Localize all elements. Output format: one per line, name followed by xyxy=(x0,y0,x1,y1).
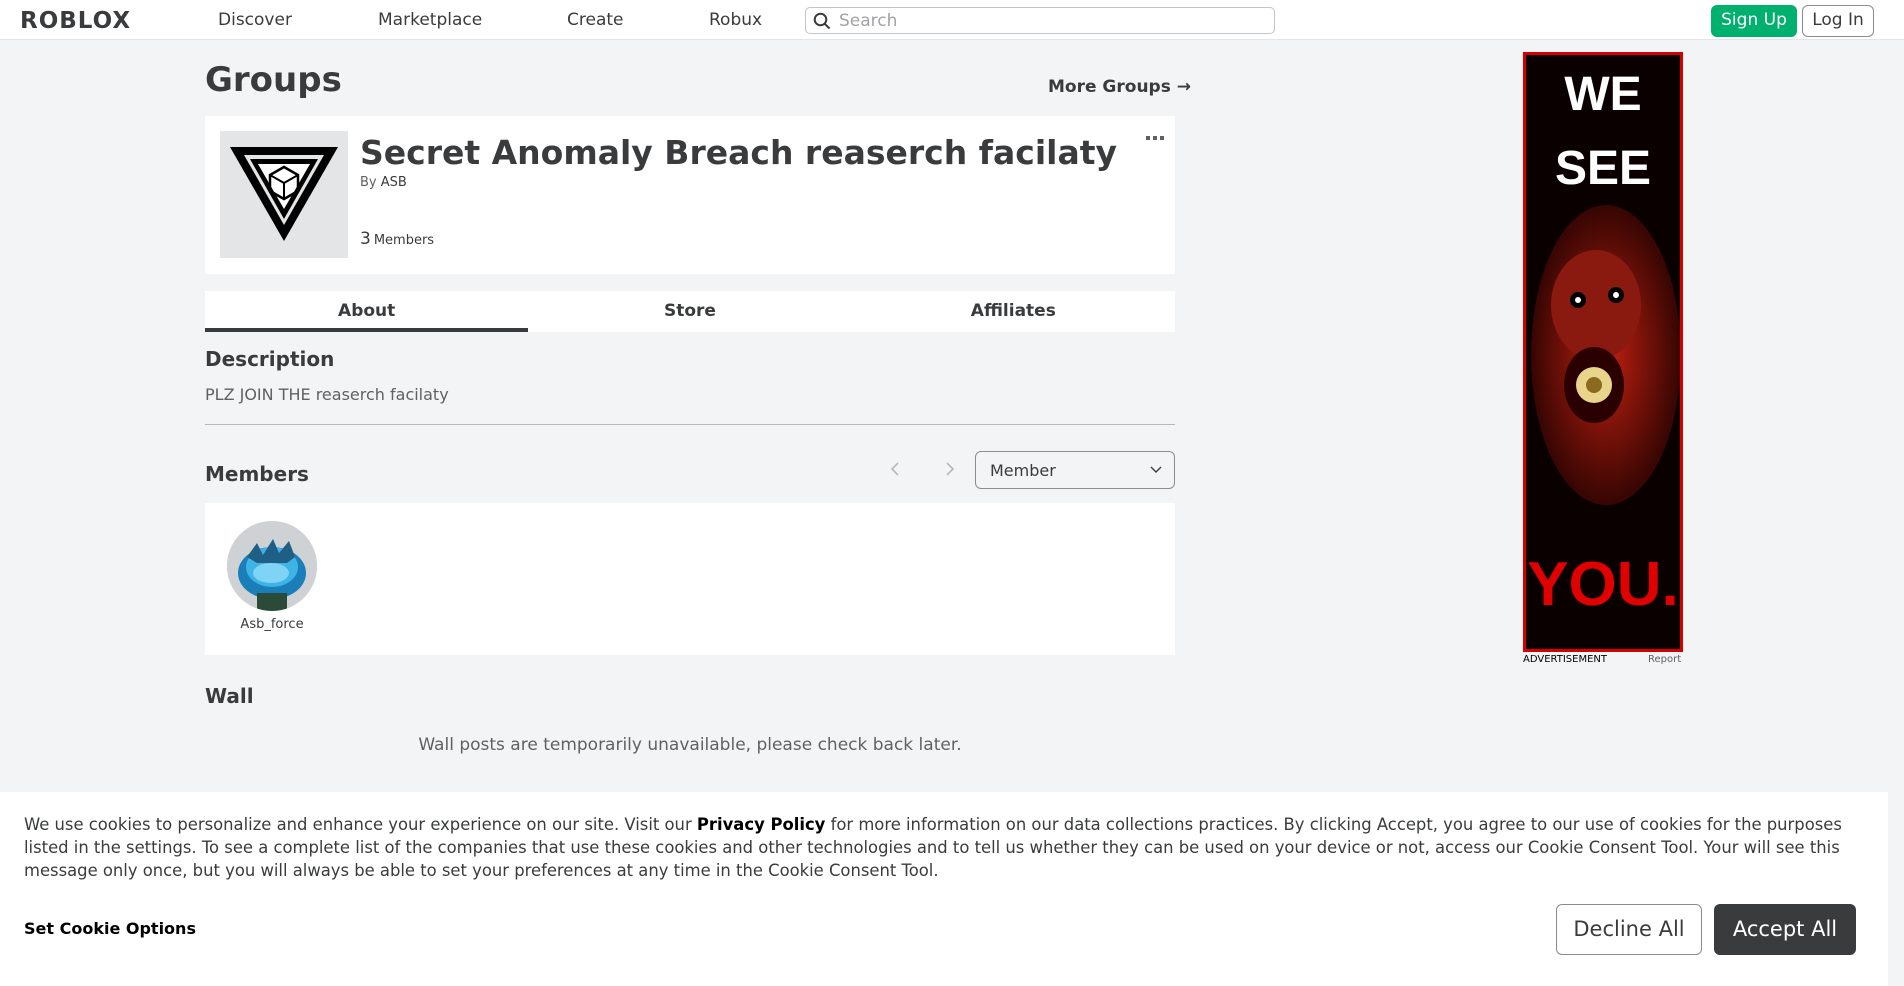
ad-line-3: YOU. xyxy=(1527,550,1679,619)
accept-all-button[interactable]: Accept All xyxy=(1714,904,1856,955)
wall-heading: Wall xyxy=(205,684,254,708)
search-input[interactable]: Search xyxy=(805,7,1275,34)
sign-up-button[interactable]: Sign Up xyxy=(1711,5,1797,37)
more-options-icon[interactable] xyxy=(1145,134,1165,142)
member-card[interactable]: Asb_force xyxy=(205,503,339,655)
owner-prefix: By xyxy=(360,175,377,190)
nav-robux[interactable]: Robux xyxy=(709,10,762,30)
wall-message: Wall posts are temporarily unavailable, … xyxy=(418,735,962,755)
page-title: Groups xyxy=(205,60,342,100)
group-header-card: Secret Anomaly Breach reaserch facilaty … xyxy=(205,116,1175,274)
decline-all-button[interactable]: Decline All xyxy=(1556,904,1702,955)
role-dropdown-value: Member xyxy=(990,461,1056,480)
owner-link[interactable]: ASB xyxy=(381,175,407,190)
group-tabs: About Store Affiliates xyxy=(205,291,1175,332)
group-owner: By ASB xyxy=(360,175,407,190)
chevron-left-icon[interactable] xyxy=(887,460,905,478)
more-groups-link[interactable]: More Groups → xyxy=(1048,77,1191,97)
chevron-right-icon[interactable] xyxy=(940,460,958,478)
group-emblem-icon xyxy=(230,147,338,241)
roblox-logo[interactable]: ROBLOX xyxy=(20,8,131,34)
top-nav-bar: ROBLOX Discover Marketplace Create Robux… xyxy=(0,0,1904,40)
member-count-label: Members xyxy=(373,233,435,248)
group-name: Secret Anomaly Breach reaserch facilaty xyxy=(360,133,1118,172)
privacy-policy-link[interactable]: Privacy Policy xyxy=(697,815,825,834)
description-heading: Description xyxy=(205,347,335,371)
member-count: 3 Members xyxy=(360,229,434,249)
cookie-text-before: We use cookies to personalize and enhanc… xyxy=(24,815,697,834)
role-dropdown[interactable]: Member xyxy=(975,451,1175,489)
members-heading: Members xyxy=(205,462,309,486)
member-name[interactable]: Asb_force xyxy=(205,617,339,632)
ad-line-1: WE xyxy=(1564,68,1642,121)
avatar-image xyxy=(227,521,317,611)
chevron-down-icon xyxy=(1150,466,1162,473)
ad-report-link[interactable]: Report xyxy=(1648,654,1681,665)
advertisement-banner[interactable]: WE SEE YOU. xyxy=(1523,52,1683,652)
divider xyxy=(205,424,1175,425)
nav-create[interactable]: Create xyxy=(567,10,624,30)
avatar[interactable] xyxy=(227,521,317,611)
tab-affiliates[interactable]: Affiliates xyxy=(852,291,1175,332)
set-cookie-options-link[interactable]: Set Cookie Options xyxy=(24,919,196,938)
search-placeholder: Search xyxy=(839,11,898,31)
group-emblem xyxy=(220,131,348,258)
member-count-value: 3 xyxy=(360,229,371,249)
tab-store[interactable]: Store xyxy=(528,291,851,332)
log-in-button[interactable]: Log In xyxy=(1802,5,1874,37)
cookie-banner: We use cookies to personalize and enhanc… xyxy=(0,792,1888,986)
cookie-message: We use cookies to personalize and enhanc… xyxy=(24,813,1874,882)
ad-line-2: SEE xyxy=(1554,142,1652,195)
tab-about[interactable]: About xyxy=(205,291,529,332)
ad-label: ADVERTISEMENT xyxy=(1523,654,1608,665)
nav-marketplace[interactable]: Marketplace xyxy=(378,10,482,30)
members-list: Asb_force xyxy=(205,503,1175,655)
nav-discover[interactable]: Discover xyxy=(218,10,292,30)
description-text: PLZ JOIN THE reaserch facilaty xyxy=(205,385,449,404)
search-icon xyxy=(813,12,831,30)
